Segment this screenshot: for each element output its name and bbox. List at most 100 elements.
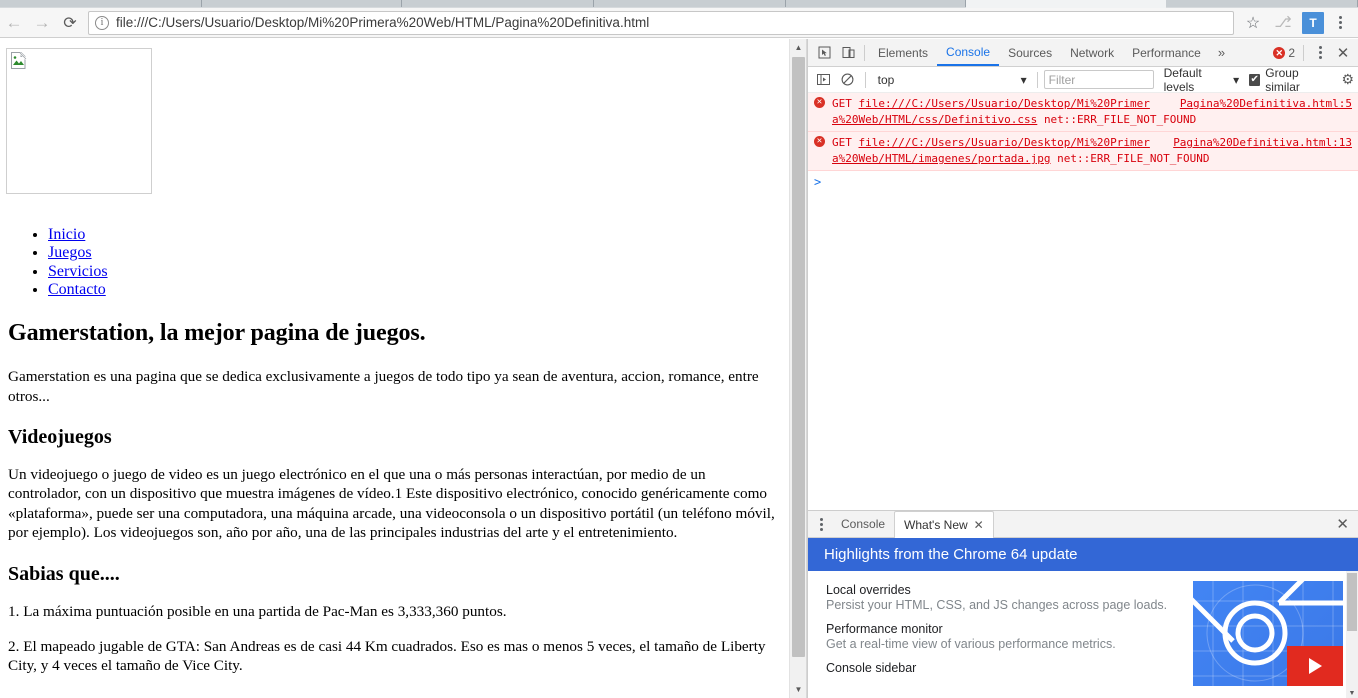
console-input-prompt[interactable]: > (808, 171, 1358, 193)
request-url-line1[interactable]: file:///C:/Users/Usuario/Desktop/Mi%20Pr… (859, 136, 1150, 149)
forward-button[interactable]: → (28, 9, 56, 37)
tab-segment[interactable] (1166, 0, 1358, 7)
drawer-menu-icon[interactable] (810, 517, 832, 531)
web-page-content: Inicio Juegos Servicios Contacto Gamerst… (0, 39, 790, 698)
devtools-close-icon[interactable]: ✕ (1332, 44, 1354, 62)
chevron-down-icon: ▾ (1233, 72, 1240, 87)
console-error-row[interactable]: ✕ GET file:///C:/Users/Usuario/Desktop/M… (808, 93, 1358, 132)
execution-context-select[interactable]: top ▾ (872, 70, 1031, 89)
checkbox-icon[interactable]: ✔ (1249, 73, 1261, 86)
list-item[interactable]: Local overrides Persist your HTML, CSS, … (826, 583, 1186, 613)
t-extension-icon[interactable]: T (1302, 11, 1324, 34)
tab-performance[interactable]: Performance (1123, 39, 1210, 66)
console-error-row[interactable]: ✕ GET file:///C:/Users/Usuario/Desktop/M… (808, 132, 1358, 171)
error-source-link[interactable]: Pagina%20Definitiva.html:13 (1173, 135, 1352, 151)
kebab-dot (1338, 16, 1342, 19)
devtools-drawer: Console What's New ✕ ✕ Highlights from t… (808, 510, 1358, 698)
page-scrollbar[interactable]: ▲ ▼ (789, 39, 806, 698)
drawer-close-icon[interactable]: ✕ (1336, 515, 1356, 533)
group-similar-label: Group similar (1265, 65, 1300, 94)
bookmark-star-icon[interactable]: ☆ (1240, 10, 1266, 36)
reload-button[interactable]: ⟳ (56, 9, 84, 37)
kebab-dot (1318, 46, 1322, 49)
tab-network[interactable]: Network (1061, 39, 1123, 66)
nav-link-inicio[interactable]: Inicio (48, 226, 85, 243)
console-sidebar-toggle-icon[interactable] (812, 68, 834, 92)
error-icon: ✕ (814, 136, 825, 147)
request-url-line1[interactable]: file:///C:/Users/Usuario/Desktop/Mi%20Pr… (859, 97, 1150, 110)
devtools-menu-icon[interactable] (1308, 41, 1332, 65)
page-scrollbar-thumb[interactable] (792, 57, 805, 657)
drawer-tab-console[interactable]: Console (832, 511, 894, 537)
kebab-dot (1318, 56, 1322, 59)
page-fact-1: 1. La máxima puntuación posible en una p… (8, 602, 507, 620)
execution-context-value: top (877, 72, 895, 87)
list-item[interactable]: Performance monitor Get a real-time view… (826, 622, 1186, 652)
page-body-paragraph: Un videojuego o juego de video es un jue… (8, 466, 775, 542)
log-levels-select[interactable]: Default levels ▾ (1164, 66, 1240, 94)
drawer-scrollbar-thumb[interactable] (1347, 573, 1357, 631)
kebab-dot (1318, 51, 1322, 54)
play-button[interactable] (1287, 646, 1343, 686)
request-url-line2[interactable]: a%20Web/HTML/imagenes/portada.jpg (832, 152, 1051, 165)
toolbar-divider (864, 71, 866, 88)
address-bar[interactable]: i file:///C:/Users/Usuario/Desktop/Mi%20… (88, 10, 1234, 35)
scroll-up-arrow-icon[interactable]: ▲ (790, 39, 807, 56)
drawer-tab-bar: Console What's New ✕ ✕ (808, 510, 1358, 538)
kebab-dot (819, 517, 823, 521)
tab-sources[interactable]: Sources (999, 39, 1061, 66)
tab-segment[interactable] (786, 0, 966, 7)
error-source-link[interactable]: Pagina%20Definitiva.html:5 (1180, 96, 1352, 112)
scroll-down-arrow-icon[interactable]: ▼ (790, 681, 807, 698)
tab-segment[interactable] (0, 0, 202, 7)
page-heading-sabias-que: Sabias que.... (8, 562, 120, 585)
whats-new-video-thumbnail[interactable] (1193, 581, 1343, 686)
clear-console-icon[interactable] (836, 68, 858, 92)
nav-link-servicios[interactable]: Servicios (48, 263, 108, 280)
request-url-line2[interactable]: a%20Web/HTML/css/Definitivo.css (832, 113, 1037, 126)
gear-icon[interactable]: ⚙ (1341, 71, 1354, 88)
scroll-down-arrow-icon[interactable]: ▼ (1346, 690, 1358, 697)
pdf-extension-icon[interactable]: ⎇ (1272, 12, 1294, 34)
page-heading-main: Gamerstation, la mejor pagina de juegos. (8, 320, 426, 347)
page-info-icon[interactable]: i (95, 15, 109, 30)
list-item: Juegos (48, 244, 782, 262)
play-triangle-icon (1308, 658, 1322, 674)
more-tabs-icon[interactable]: » (1210, 45, 1233, 60)
whats-new-item-desc: Get a real-time view of various performa… (826, 637, 1116, 651)
error-code: net::ERR_FILE_NOT_FOUND (1043, 113, 1197, 126)
tab-console[interactable]: Console (937, 39, 1000, 66)
drawer-tab-whats-new[interactable]: What's New ✕ (894, 510, 994, 538)
toolbar-divider (1036, 71, 1038, 88)
nav-link-juegos[interactable]: Juegos (48, 244, 92, 261)
list-item[interactable]: Console sidebar (826, 661, 1186, 675)
tab-segment[interactable] (202, 0, 402, 7)
back-button[interactable]: ← (0, 9, 28, 37)
close-icon[interactable]: ✕ (974, 518, 984, 532)
toolbar-divider (864, 44, 865, 61)
inspect-element-icon[interactable] (812, 41, 836, 65)
console-error-text: GET file:///C:/Users/Usuario/Desktop/Mi%… (832, 96, 1354, 128)
error-code: net::ERR_FILE_NOT_FOUND (1057, 152, 1210, 165)
group-similar-toggle[interactable]: ✔ Group similar (1249, 66, 1331, 94)
drawer-scrollbar[interactable]: ▼ (1346, 571, 1358, 698)
page-intro-paragraph: Gamerstation es una pagina que se dedica… (8, 368, 759, 405)
browser-tab-strip[interactable] (0, 0, 1358, 8)
chrome-menu-icon[interactable] (1328, 10, 1352, 36)
page-viewport: Inicio Juegos Servicios Contacto Gamerst… (0, 39, 807, 698)
tab-segment[interactable] (402, 0, 594, 7)
broken-image-placeholder (6, 48, 152, 194)
nav-link-contacto[interactable]: Contacto (48, 281, 106, 298)
error-count-badge[interactable]: ✕ 2 (1273, 46, 1299, 60)
site-nav-list: Inicio Juegos Servicios Contacto (48, 226, 782, 299)
console-filter-input[interactable] (1043, 70, 1154, 89)
active-tab-segment[interactable] (966, 0, 1166, 8)
tab-segment[interactable] (594, 0, 786, 7)
devtools-panel: Elements Console Sources Network Perform… (807, 39, 1358, 698)
tab-elements[interactable]: Elements (869, 39, 937, 66)
console-toolbar: top ▾ Default levels ▾ ✔ Group similar ⚙ (808, 66, 1358, 94)
drawer-tab-label: Console (841, 517, 886, 531)
device-toolbar-icon[interactable] (836, 41, 860, 65)
chevron-down-icon: ▾ (1020, 72, 1027, 87)
kebab-dot (1338, 21, 1342, 24)
